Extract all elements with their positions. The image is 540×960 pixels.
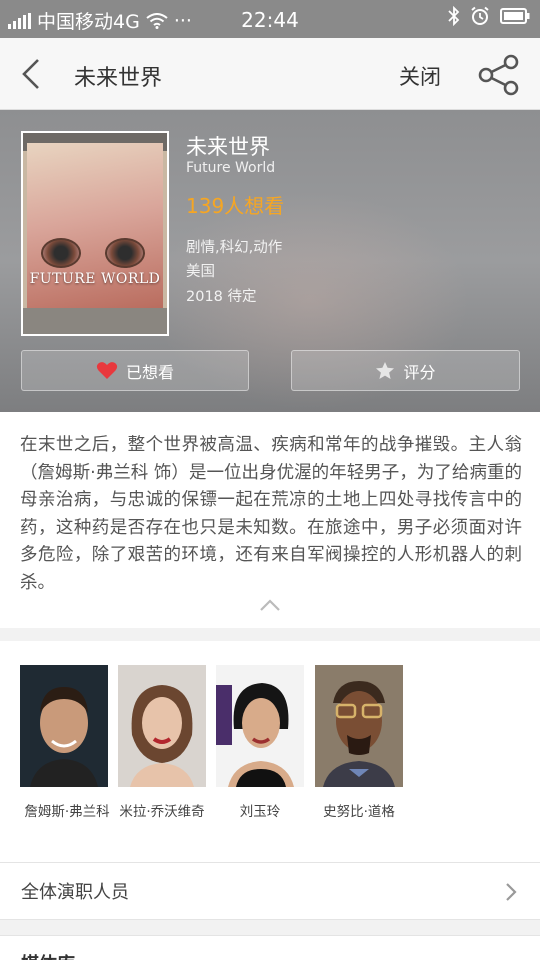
cast-photo-avatar <box>216 665 304 787</box>
chevron-right-icon <box>506 883 517 901</box>
goggle-left-shape <box>41 238 81 268</box>
battery-icon <box>500 8 530 24</box>
cast-photo-avatar <box>315 665 403 787</box>
media-library-section: 媒体库 <box>0 935 540 960</box>
chevron-up-icon[interactable] <box>259 598 281 612</box>
cast-name: 刘玉玲 <box>239 804 281 820</box>
want-count: 139人想看 <box>186 194 285 218</box>
share-icon[interactable] <box>476 52 522 98</box>
media-library-title: 媒体库 <box>21 950 75 960</box>
status-right <box>448 6 530 26</box>
star-icon <box>376 362 395 379</box>
back-arrow-icon[interactable] <box>14 54 50 94</box>
rate-button-label: 评分 <box>403 362 436 382</box>
cast-name: 詹姆斯·弗兰科 <box>24 804 110 820</box>
alarm-icon <box>471 6 489 25</box>
close-button[interactable]: 关闭 <box>399 61 441 91</box>
movie-title: 未来世界 <box>186 135 270 159</box>
cast-name: 史努比·道格 <box>323 804 395 820</box>
movie-genre: 剧情,科幻,动作 <box>186 240 283 256</box>
cast-name: 米拉·乔沃维奇 <box>119 804 205 820</box>
cast-list: 詹姆斯·弗兰科 米拉·乔沃维奇 刘玉玲 史努比·道格 <box>0 665 540 825</box>
movie-release: 2018 待定 <box>186 289 257 305</box>
movie-poster[interactable]: FUTURE WORLD <box>21 131 169 336</box>
bluetooth-icon <box>448 6 460 26</box>
rate-button[interactable]: 评分 <box>291 350 520 391</box>
poster-title: FUTURE WORLD <box>29 271 161 287</box>
page-title: 未来世界 <box>74 66 163 91</box>
synopsis-text: 在末世之后，整个世界被高温、疾病和常年的战争摧毁。主人翁（詹姆斯·弗兰科 饰）是… <box>20 435 522 593</box>
all-cast-row[interactable]: 全体演职人员 <box>0 862 540 920</box>
movie-english-title: Future World <box>186 160 276 176</box>
nav-bar: 未来世界 关闭 <box>0 38 540 110</box>
cast-section: 詹姆斯·弗兰科 米拉·乔沃维奇 刘玉玲 史努比·道格 <box>0 641 540 863</box>
synopsis-section: 在末世之后，整个世界被高温、疾病和常年的战争摧毁。主人翁（詹姆斯·弗兰科 饰）是… <box>0 412 540 628</box>
all-cast-label: 全体演职人员 <box>21 882 129 903</box>
heart-icon <box>96 362 118 379</box>
want-to-see-button[interactable]: 已想看 <box>21 350 249 391</box>
movie-country: 美国 <box>186 264 215 280</box>
cast-photo-avatar <box>20 665 108 787</box>
poster-art <box>27 143 163 313</box>
status-bar: 中国移动4G ··· 22:44 <box>0 0 540 38</box>
want-button-label: 已想看 <box>125 362 174 382</box>
goggle-right-shape <box>105 238 145 268</box>
poster-bottom-band <box>23 308 167 334</box>
cast-photo-avatar <box>118 665 206 787</box>
movie-header: FUTURE WORLD 未来世界 Future World 139人想看 剧情… <box>0 110 540 412</box>
